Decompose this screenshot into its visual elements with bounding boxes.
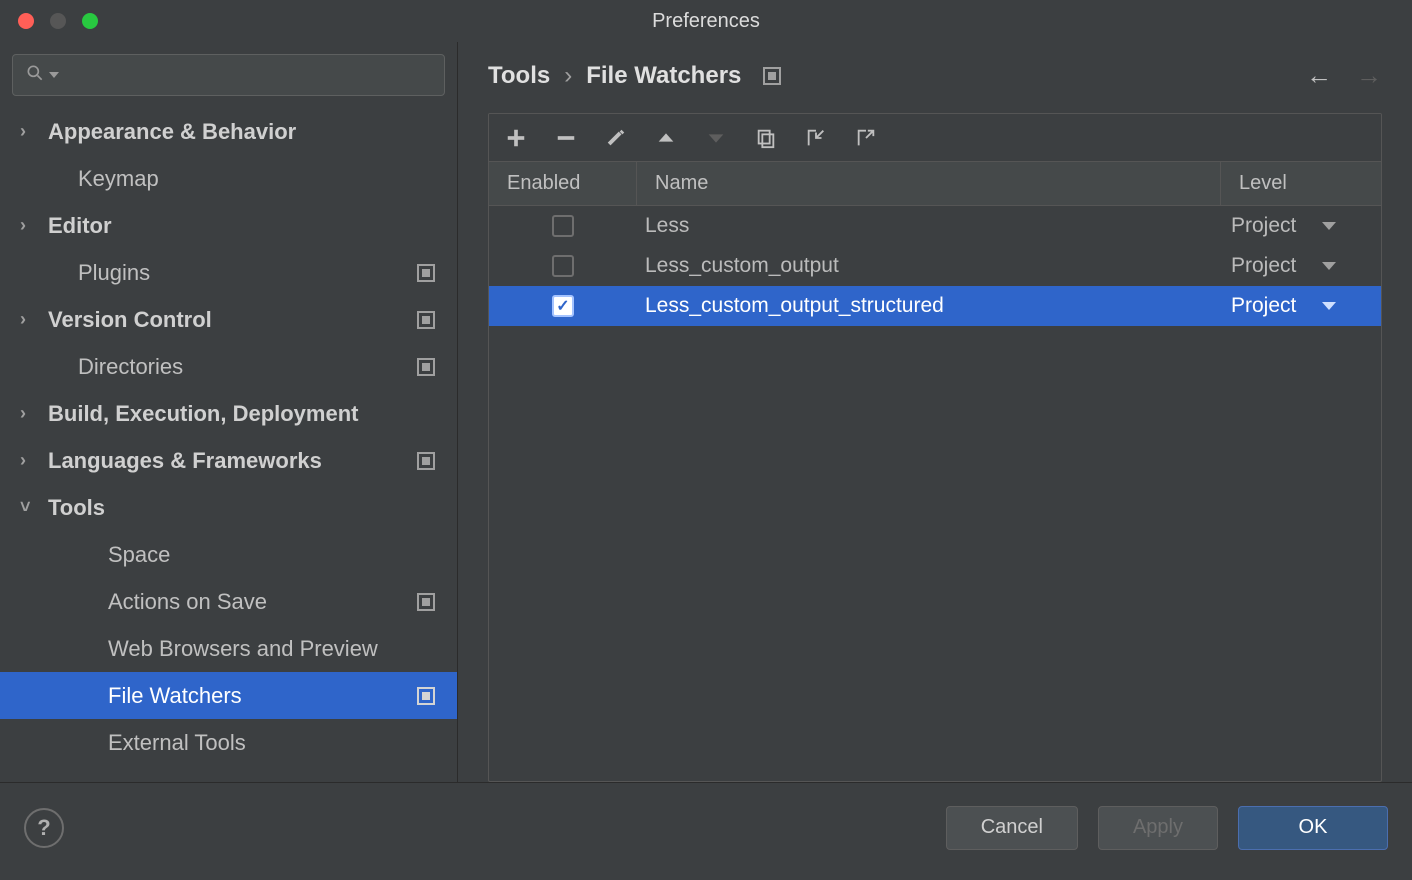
chevron-down-icon: ˅ bbox=[20, 497, 38, 518]
sidebar-item-label: Actions on Save bbox=[108, 589, 417, 615]
breadcrumb-current: File Watchers bbox=[586, 62, 741, 90]
watcher-name: Less_custom_output bbox=[637, 254, 1221, 278]
level-dropdown[interactable]: Project bbox=[1221, 294, 1381, 318]
col-level-header[interactable]: Level bbox=[1221, 162, 1381, 205]
watcher-name: Less_custom_output_structured bbox=[637, 294, 1221, 318]
col-enabled-header[interactable]: Enabled bbox=[489, 162, 637, 205]
move-down-button bbox=[705, 127, 727, 149]
sidebar-item[interactable]: › Editor bbox=[0, 202, 457, 249]
sidebar-item-label: Version Control bbox=[48, 307, 417, 333]
watcher-name: Less bbox=[637, 214, 1221, 238]
sidebar-item[interactable]: › Build, Execution, Deployment bbox=[0, 390, 457, 437]
zoom-window-icon[interactable] bbox=[82, 13, 98, 29]
sidebar-item-label: Editor bbox=[48, 213, 457, 239]
sidebar-item[interactable]: › Version Control bbox=[0, 296, 457, 343]
scope-project-icon bbox=[417, 358, 435, 376]
chevron-down-icon bbox=[1322, 222, 1336, 230]
scope-project-icon bbox=[417, 264, 435, 282]
scope-project-icon bbox=[417, 593, 435, 611]
sidebar-item[interactable]: Directories bbox=[0, 343, 457, 390]
table-body: LessProjectLess_custom_outputProjectLess… bbox=[489, 206, 1381, 781]
table-row[interactable]: LessProject bbox=[489, 206, 1381, 246]
copy-button[interactable] bbox=[755, 127, 777, 149]
search-icon bbox=[25, 63, 45, 88]
sidebar-item-label: Build, Execution, Deployment bbox=[48, 401, 457, 427]
ok-button[interactable]: OK bbox=[1238, 806, 1388, 850]
enabled-checkbox[interactable] bbox=[552, 215, 574, 237]
scope-project-icon bbox=[417, 311, 435, 329]
chevron-down-icon bbox=[1322, 262, 1336, 270]
import-button[interactable] bbox=[805, 127, 827, 149]
enabled-checkbox[interactable] bbox=[552, 255, 574, 277]
chevron-right-icon: › bbox=[20, 309, 38, 330]
window-title: Preferences bbox=[0, 10, 1412, 33]
toolbar bbox=[489, 114, 1381, 162]
chevron-right-icon: › bbox=[20, 403, 38, 424]
sidebar-item-label: Tools bbox=[48, 495, 457, 521]
apply-button: Apply bbox=[1098, 806, 1218, 850]
titlebar: Preferences bbox=[0, 0, 1412, 42]
sidebar-item-label: Languages & Frameworks bbox=[48, 448, 417, 474]
sidebar-item-label: Appearance & Behavior bbox=[48, 119, 457, 145]
window-controls bbox=[0, 13, 98, 29]
remove-button[interactable] bbox=[555, 127, 577, 149]
cancel-button[interactable]: Cancel bbox=[946, 806, 1078, 850]
nav-back-button[interactable]: ← bbox=[1306, 60, 1332, 91]
move-up-button[interactable] bbox=[655, 127, 677, 149]
search-history-icon[interactable] bbox=[49, 72, 59, 78]
file-watchers-panel: Enabled Name Level LessProjectLess_custo… bbox=[488, 113, 1382, 782]
level-dropdown[interactable]: Project bbox=[1221, 254, 1381, 278]
sidebar-item-label: Directories bbox=[78, 354, 417, 380]
table-header: Enabled Name Level bbox=[489, 162, 1381, 206]
sidebar-item[interactable]: External Tools bbox=[0, 719, 457, 766]
scope-project-icon bbox=[417, 452, 435, 470]
search-input[interactable] bbox=[12, 54, 445, 96]
chevron-right-icon: › bbox=[20, 121, 38, 142]
settings-sidebar: › Appearance & Behavior Keymap › Editor Plugi… bbox=[0, 42, 458, 782]
settings-main: Tools › File Watchers ← → bbox=[458, 42, 1412, 782]
sidebar-item-label: File Watchers bbox=[108, 683, 417, 709]
sidebar-item-label: External Tools bbox=[108, 730, 457, 756]
sidebar-item[interactable]: Space bbox=[0, 531, 457, 578]
chevron-right-icon: › bbox=[20, 450, 38, 471]
close-window-icon[interactable] bbox=[18, 13, 34, 29]
sidebar-item-label: Keymap bbox=[78, 166, 457, 192]
settings-tree: › Appearance & Behavior Keymap › Editor Plugi… bbox=[0, 108, 457, 782]
table-row[interactable]: Less_custom_output_structuredProject bbox=[489, 286, 1381, 326]
breadcrumb-parent[interactable]: Tools bbox=[488, 62, 550, 90]
sidebar-item[interactable]: ˅ Tools bbox=[0, 484, 457, 531]
enabled-checkbox[interactable] bbox=[552, 295, 574, 317]
sidebar-item-label: Plugins bbox=[78, 260, 417, 286]
breadcrumb-sep-icon: › bbox=[564, 62, 572, 90]
level-dropdown[interactable]: Project bbox=[1221, 214, 1381, 238]
sidebar-item[interactable]: Actions on Save bbox=[0, 578, 457, 625]
chevron-down-icon bbox=[1322, 302, 1336, 310]
sidebar-item[interactable]: Web Browsers and Preview bbox=[0, 625, 457, 672]
minimize-window-icon[interactable] bbox=[50, 13, 66, 29]
sidebar-item[interactable]: › Languages & Frameworks bbox=[0, 437, 457, 484]
chevron-right-icon: › bbox=[20, 215, 38, 236]
add-button[interactable] bbox=[505, 127, 527, 149]
help-button[interactable]: ? bbox=[24, 808, 64, 848]
sidebar-item[interactable]: Plugins bbox=[0, 249, 457, 296]
sidebar-item[interactable]: › Appearance & Behavior bbox=[0, 108, 457, 155]
sidebar-item-label: Space bbox=[108, 542, 457, 568]
export-button[interactable] bbox=[855, 127, 877, 149]
scope-project-icon bbox=[763, 67, 781, 85]
breadcrumb: Tools › File Watchers ← → bbox=[488, 60, 1382, 91]
sidebar-item-label: Web Browsers and Preview bbox=[108, 636, 457, 662]
sidebar-item[interactable]: Keymap bbox=[0, 155, 457, 202]
scope-project-icon bbox=[417, 687, 435, 705]
nav-forward-button: → bbox=[1356, 60, 1382, 91]
sidebar-item[interactable]: File Watchers bbox=[0, 672, 457, 719]
col-name-header[interactable]: Name bbox=[637, 162, 1221, 205]
edit-button[interactable] bbox=[605, 127, 627, 149]
table-row[interactable]: Less_custom_outputProject bbox=[489, 246, 1381, 286]
dialog-footer: ? Cancel Apply OK bbox=[0, 782, 1412, 872]
